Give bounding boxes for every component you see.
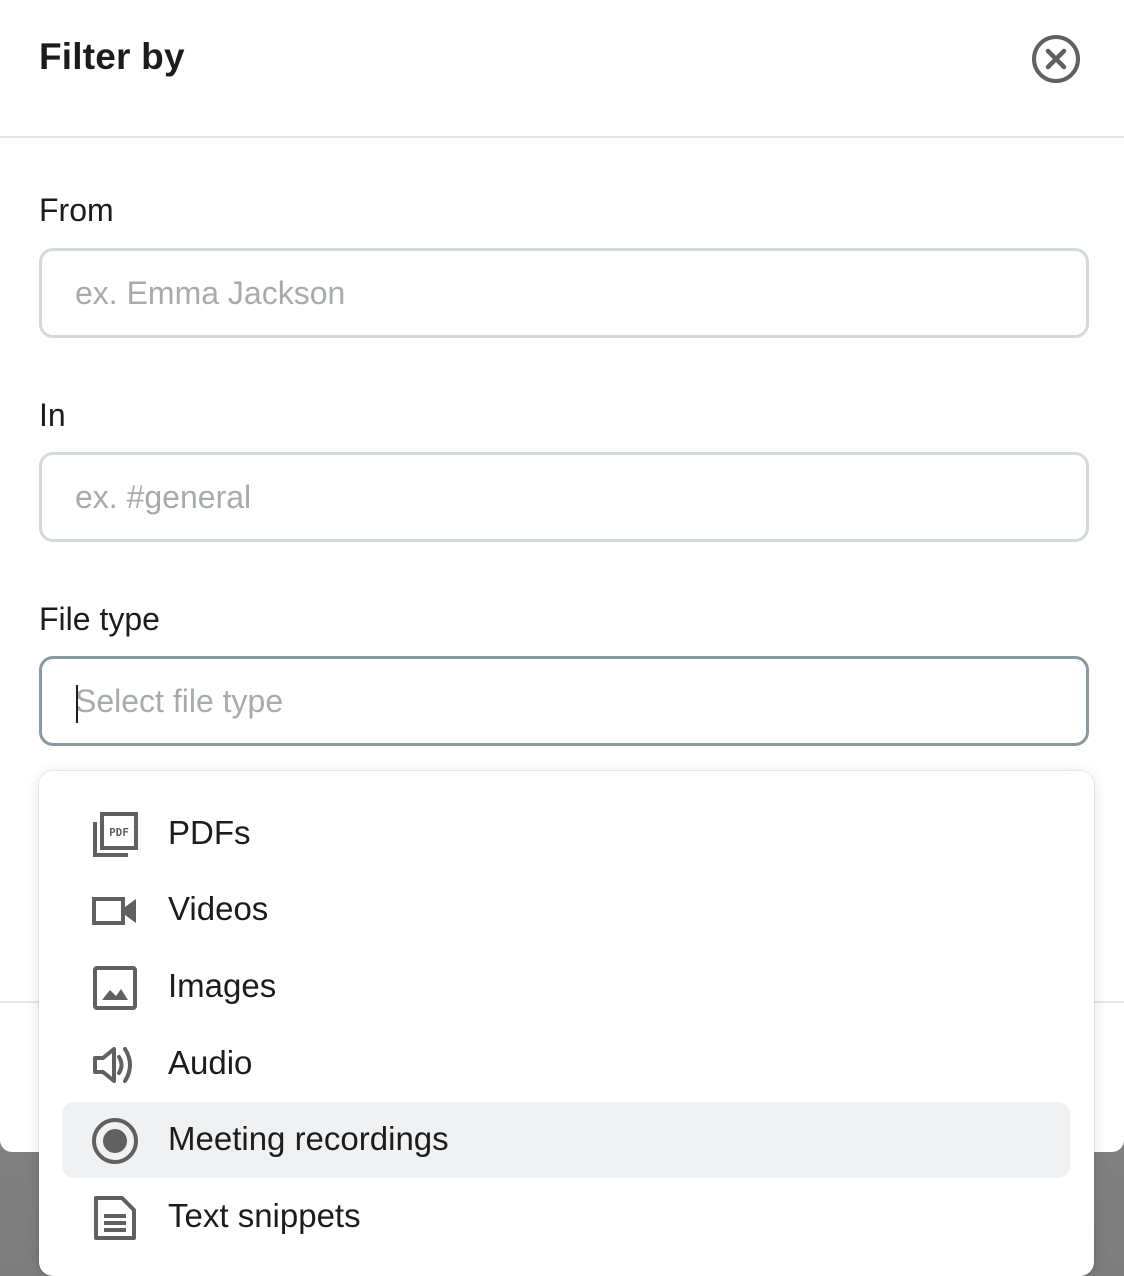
- pdf-icon: PDF: [90, 810, 140, 860]
- option-label: PDFs: [168, 814, 251, 851]
- option-audio[interactable]: Audio: [62, 1026, 1070, 1102]
- modal-title: Filter by: [39, 36, 185, 77]
- file-type-field[interactable]: [39, 656, 1089, 746]
- text-caret: [76, 685, 78, 723]
- close-circle-icon: [1032, 35, 1080, 83]
- image-icon: [90, 963, 140, 1013]
- option-label: Images: [168, 967, 277, 1004]
- option-label: Meeting recordings: [168, 1120, 449, 1157]
- from-field[interactable]: [39, 248, 1089, 338]
- close-button[interactable]: [1030, 33, 1082, 85]
- in-label: In: [39, 397, 66, 433]
- from-input[interactable]: [75, 251, 1055, 335]
- option-label: Text snippets: [168, 1197, 361, 1234]
- from-label: From: [39, 192, 114, 228]
- file-type-input[interactable]: [75, 659, 1055, 743]
- in-field[interactable]: [39, 452, 1089, 542]
- document-icon: [90, 1193, 140, 1243]
- option-images[interactable]: Images: [62, 949, 1070, 1025]
- video-camera-icon: [90, 886, 140, 936]
- file-type-label: File type: [39, 601, 160, 637]
- modal-header: Filter by: [0, 0, 1124, 138]
- file-type-dropdown: PDF PDFs Videos Images Audio Meeting rec…: [39, 771, 1094, 1276]
- option-label: Audio: [168, 1044, 253, 1081]
- option-text-snippets[interactable]: Text snippets: [62, 1179, 1070, 1255]
- option-label: Videos: [168, 890, 269, 927]
- option-pdfs[interactable]: PDF PDFs: [62, 796, 1070, 872]
- record-icon: [90, 1116, 140, 1166]
- in-input[interactable]: [75, 455, 1055, 539]
- speaker-icon: [90, 1040, 140, 1090]
- option-meeting-recordings[interactable]: Meeting recordings: [62, 1102, 1070, 1178]
- svg-text:PDF: PDF: [109, 826, 129, 839]
- option-videos[interactable]: Videos: [62, 872, 1070, 948]
